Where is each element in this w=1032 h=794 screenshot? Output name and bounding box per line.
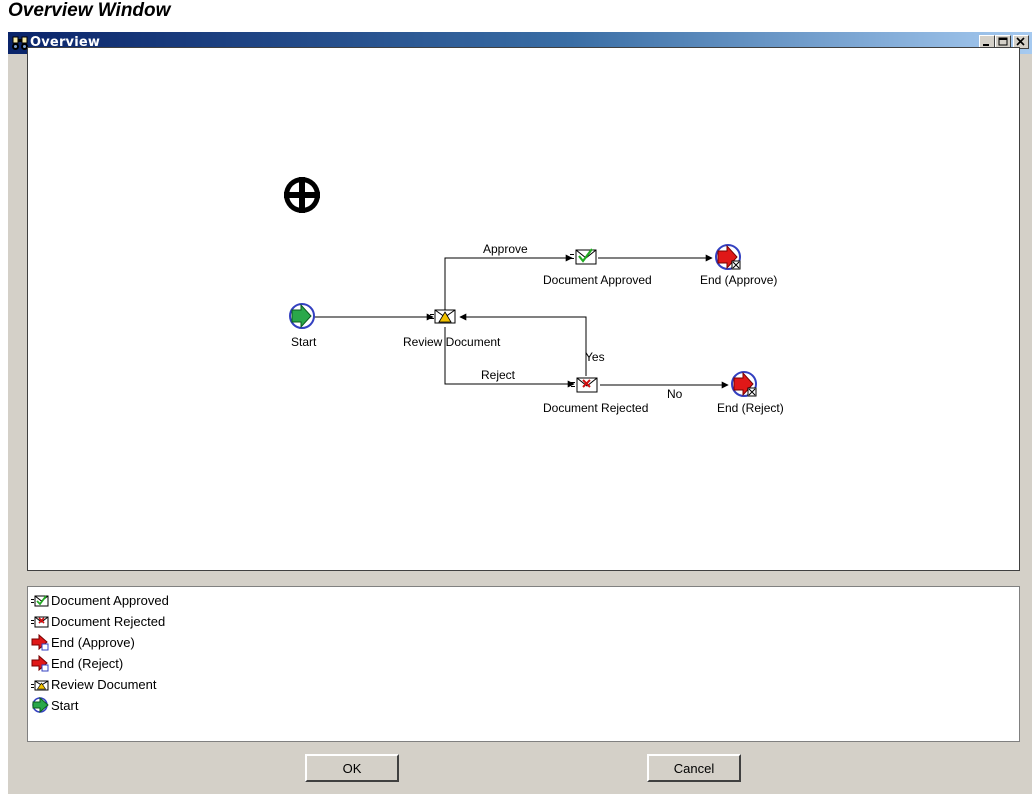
node-end-reject[interactable]: End (Reject)	[717, 371, 784, 415]
node-label-end-reject: End (Reject)	[717, 401, 784, 415]
node-label-end-approve: End (Approve)	[700, 273, 777, 287]
activity-list[interactable]: Document Approved Document Rejected End …	[27, 586, 1020, 742]
list-item[interactable]: End (Reject)	[31, 653, 123, 673]
cancel-button[interactable]: Cancel	[647, 754, 741, 782]
process-diagram: Approve Reject Yes No Start Review Docum…	[284, 177, 784, 415]
ok-button[interactable]: OK	[305, 754, 399, 782]
end-icon	[31, 633, 49, 651]
list-item[interactable]: Review Document	[31, 674, 157, 694]
edge-label-no: No	[667, 387, 683, 401]
page-caption: Overview Window	[8, 0, 171, 21]
notification-approved-icon	[31, 595, 49, 607]
notification-rejected-icon	[571, 377, 598, 393]
start-icon	[289, 303, 315, 329]
list-item[interactable]: Start	[31, 695, 78, 715]
list-item[interactable]: Document Approved	[31, 590, 169, 610]
node-end-approve[interactable]: End (Approve)	[700, 244, 777, 287]
notification-approved-icon	[570, 248, 597, 265]
node-review-document[interactable]: Review Document	[403, 309, 501, 349]
process-diagram-canvas[interactable]: Approve Reject Yes No Start Review Docum…	[27, 47, 1020, 571]
list-item-label: End (Approve)	[51, 634, 135, 650]
list-item-label: Document Approved	[51, 592, 169, 608]
list-item-label: Document Rejected	[51, 613, 166, 629]
list-item[interactable]: End (Approve)	[31, 632, 135, 652]
crosshair-icon[interactable]	[284, 177, 320, 213]
node-start[interactable]: Start	[289, 303, 317, 349]
list-item[interactable]: Document Rejected	[31, 611, 165, 631]
node-label-start: Start	[291, 335, 317, 349]
start-icon	[32, 696, 49, 714]
notification-warning-icon	[31, 680, 49, 691]
overview-window: Overview Approve Reject Yes No Start Rev…	[8, 32, 1032, 794]
end-icon	[31, 654, 49, 672]
list-item-label: End (Reject)	[51, 655, 124, 671]
node-label-review-document: Review Document	[403, 335, 501, 349]
node-label-document-rejected: Document Rejected	[543, 401, 648, 415]
edge-label-reject: Reject	[481, 368, 516, 382]
list-item-label: Review Document	[51, 676, 157, 692]
end-icon	[731, 371, 757, 397]
notification-warning-icon	[430, 309, 456, 324]
node-document-approved[interactable]: Document Approved	[543, 248, 652, 287]
node-label-document-approved: Document Approved	[543, 273, 652, 287]
notification-rejected-icon	[31, 616, 49, 628]
edge-label-yes: Yes	[585, 350, 605, 364]
edge-label-approve: Approve	[483, 242, 528, 256]
end-icon	[715, 244, 741, 270]
list-item-label: Start	[51, 697, 79, 713]
